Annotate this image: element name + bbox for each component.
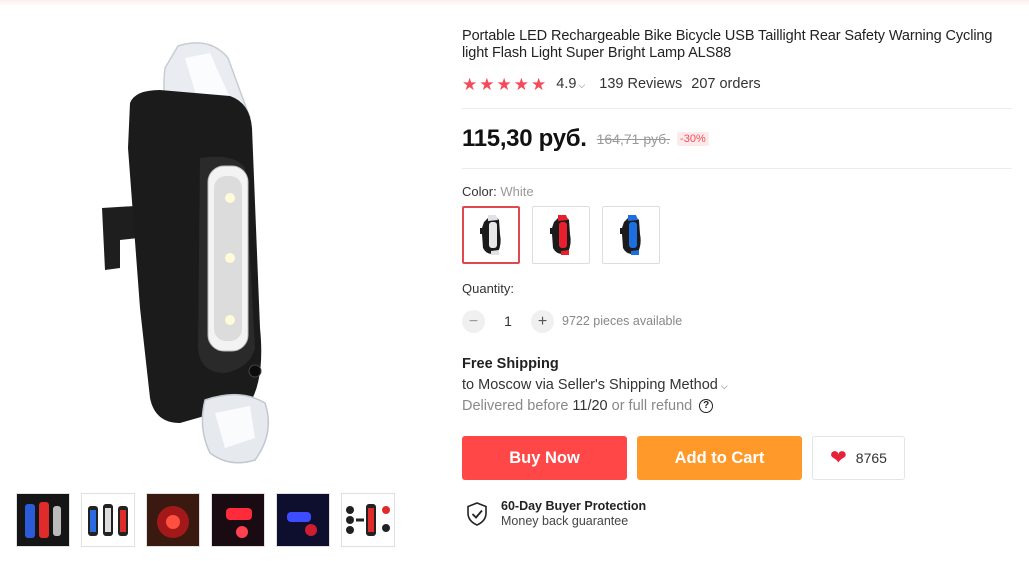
color-swatches <box>462 206 1012 264</box>
swatch-blue[interactable] <box>602 206 660 264</box>
rating-stars: ★ ★ ★ ★ ★ <box>462 76 546 93</box>
thumbnail-3[interactable] <box>146 493 200 547</box>
swatch-red[interactable] <box>532 206 590 264</box>
star-icon: ★ <box>462 74 478 94</box>
thumbnail-6[interactable] <box>341 493 395 547</box>
thumbnail-1[interactable] <box>16 493 70 547</box>
delivery-date: 11/20 <box>572 398 608 414</box>
wishlist-count: 8765 <box>855 450 887 466</box>
divider <box>462 168 1012 169</box>
discount-badge: -30% <box>677 131 709 146</box>
top-bar <box>0 0 1029 6</box>
delivery-estimate: Delivered before 11/20 or full refund ? <box>462 398 1012 414</box>
star-icon: ★ <box>531 74 547 94</box>
shield-check-icon <box>467 501 487 526</box>
quantity-stepper: − 1 + 9722 pieces available <box>462 309 1012 333</box>
action-buttons: Buy Now Add to Cart ❤ 8765 <box>462 436 1012 480</box>
thumbnail-4[interactable] <box>211 493 265 547</box>
rating-row: ★ ★ ★ ★ ★ 4.9 ⌵ 139 Reviews 207 orders <box>462 74 1012 94</box>
selected-color-value: White <box>500 184 534 199</box>
quantity-increase-button[interactable]: + <box>531 309 554 333</box>
reviews-link[interactable]: 139 Reviews <box>599 76 682 92</box>
protection-title: 60-Day Buyer Protection <box>501 499 647 513</box>
quantity-decrease-button[interactable]: − <box>462 309 485 333</box>
wishlist-button[interactable]: ❤ 8765 <box>812 436 905 480</box>
product-title: Portable LED Rechargeable Bike Bicycle U… <box>462 28 993 61</box>
swatch-white[interactable] <box>462 206 520 264</box>
thumbnail-strip <box>16 493 395 547</box>
quantity-label: Quantity: <box>462 281 515 296</box>
original-price: 164,71 руб. <box>596 130 671 147</box>
product-info: Portable LED Rechargeable Bike Bicycle U… <box>462 28 1012 528</box>
buyer-protection: 60-Day Buyer Protection Money back guara… <box>462 499 1012 528</box>
chevron-down-icon: ⌵ <box>720 381 728 391</box>
shipping-title: Free Shipping <box>462 356 559 372</box>
help-icon[interactable]: ? <box>699 399 714 413</box>
star-icon: ★ <box>513 74 529 94</box>
star-icon: ★ <box>479 74 495 94</box>
color-label: Color: White <box>462 184 534 199</box>
star-icon: ★ <box>496 74 512 94</box>
orders-count: 207 orders <box>691 76 761 92</box>
price-row: 115,30 руб. 164,71 руб. -30% <box>462 109 1012 168</box>
main-product-image[interactable] <box>60 28 400 473</box>
add-to-cart-button[interactable]: Add to Cart <box>637 436 802 480</box>
quantity-value[interactable]: 1 <box>485 313 531 329</box>
current-price: 115,30 руб. <box>462 124 587 152</box>
rating-value[interactable]: 4.9 ⌵ <box>556 76 585 92</box>
buy-now-button[interactable]: Buy Now <box>462 436 627 480</box>
protection-subtitle: Money back guarantee <box>501 514 629 528</box>
shipping-method-selector[interactable]: to Moscow via Seller's Shipping Method ⌵ <box>462 377 1012 393</box>
heart-icon: ❤ <box>830 447 847 469</box>
thumbnail-2[interactable] <box>81 493 135 547</box>
available-stock: 9722 pieces available <box>562 314 683 328</box>
thumbnail-5[interactable] <box>276 493 330 547</box>
chevron-down-icon: ⌵ <box>578 80 586 90</box>
